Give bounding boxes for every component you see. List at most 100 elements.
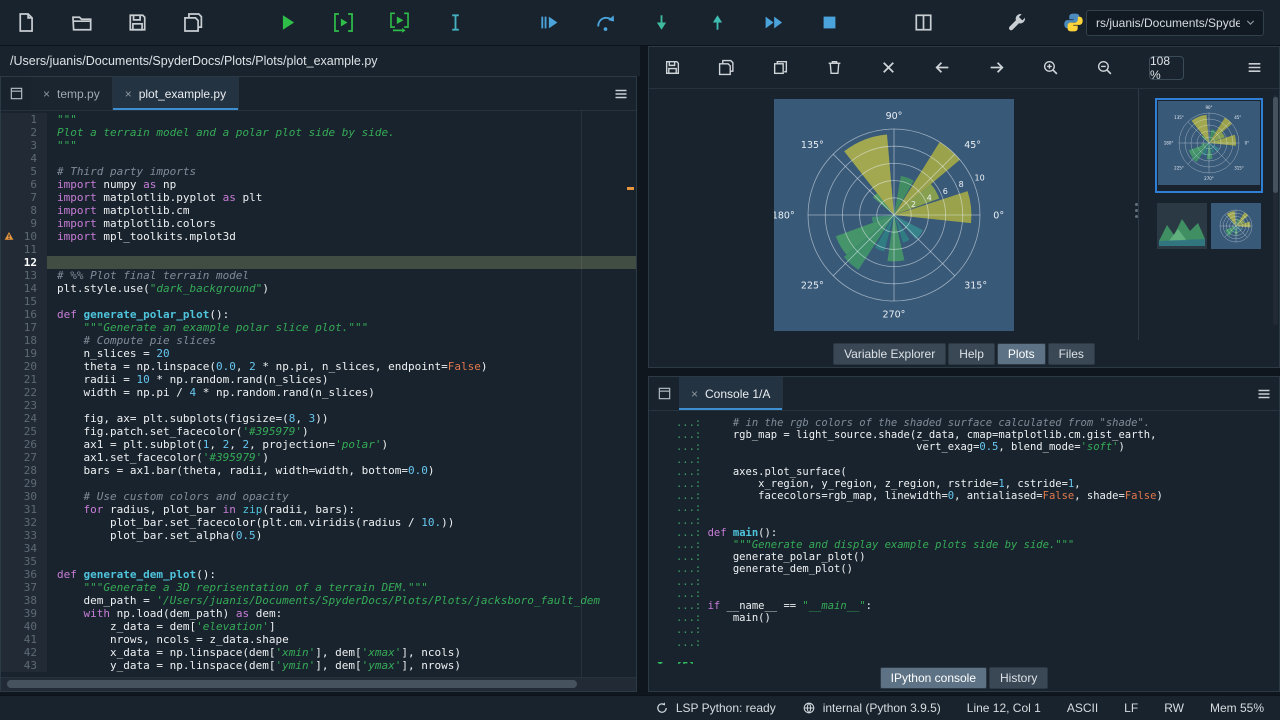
tab-temp-py[interactable]: × temp.py xyxy=(31,77,113,110)
close-icon[interactable]: × xyxy=(43,88,50,100)
step-out-button[interactable] xyxy=(704,10,730,36)
pane-tab-files[interactable]: Files xyxy=(1048,343,1095,365)
console-options-menu-button[interactable] xyxy=(1249,377,1279,410)
new-file-button[interactable] xyxy=(12,10,38,36)
console-line: ...: xyxy=(657,576,1279,588)
plots-options-menu-button[interactable] xyxy=(1240,58,1269,77)
right-pane-tabs: Variable ExplorerHelpPlotsFiles xyxy=(649,340,1279,367)
save-file-button[interactable] xyxy=(124,10,150,36)
save-plot-button[interactable] xyxy=(659,55,685,81)
stop-debugging-button[interactable] xyxy=(816,10,842,36)
svg-text:135°: 135° xyxy=(1174,115,1184,120)
svg-text:180°: 180° xyxy=(774,210,795,221)
scrollbar-thumb[interactable] xyxy=(1273,97,1278,193)
debug-icon xyxy=(539,12,560,33)
pane-tab-variable-explorer[interactable]: Variable Explorer xyxy=(833,343,946,365)
code-line: 2Plot a terrain model and a polar plot s… xyxy=(1,126,636,139)
run-file-button[interactable] xyxy=(274,10,300,36)
open-file-button[interactable] xyxy=(68,10,94,36)
code-line: 3""" xyxy=(1,139,636,152)
status-cursor-position: Line 12, Col 1 xyxy=(967,701,1041,715)
remove-all-plots-button[interactable] xyxy=(875,55,901,81)
pane-icon[interactable] xyxy=(1,77,31,110)
save-all-plots-button[interactable] xyxy=(713,55,739,81)
zoom-out-button[interactable] xyxy=(1091,55,1117,81)
tab-console-1a[interactable]: × Console 1/A xyxy=(679,377,783,410)
run-selection-button[interactable] xyxy=(442,10,468,36)
tab-plot-example-py[interactable]: × plot_example.py xyxy=(113,77,239,110)
editor-tabbar: × temp.py × plot_example.py xyxy=(1,77,636,111)
spyder-window: rs/juanis/Documents/SpyderDocs /Users/ju… xyxy=(0,0,1280,720)
console-output[interactable]: ...: # in the rgb colors of the shaded s… xyxy=(649,411,1279,664)
status-label: ASCII xyxy=(1067,701,1098,715)
save-all-icon xyxy=(718,59,735,76)
python-env-button[interactable] xyxy=(1060,10,1086,36)
console-line: ...: xyxy=(657,624,1279,636)
close-icon[interactable]: × xyxy=(691,388,698,400)
tab-label: temp.py xyxy=(57,87,100,101)
status-encoding: ASCII xyxy=(1067,701,1098,715)
copy-icon xyxy=(772,59,789,76)
next-plot-button[interactable] xyxy=(983,55,1009,81)
step-over-button[interactable] xyxy=(592,10,618,36)
step-into-button[interactable] xyxy=(648,10,674,36)
svg-text:225°: 225° xyxy=(1174,166,1184,171)
pane-tab-help[interactable]: Help xyxy=(948,343,995,365)
save-all-button[interactable] xyxy=(180,10,206,36)
code-line: 17 """Generate an example polar slice pl… xyxy=(1,321,636,334)
continue-execution-button[interactable] xyxy=(760,10,786,36)
thumbnail-selected[interactable]: 0°45°90°135°180°225°270°315° xyxy=(1155,98,1263,193)
svg-text:315°: 315° xyxy=(1234,166,1244,171)
splitter-handle[interactable] xyxy=(1135,203,1138,218)
pane-tab-plots[interactable]: Plots xyxy=(997,343,1046,365)
thumbnail-polar-small[interactable] xyxy=(1211,203,1261,254)
menu-icon xyxy=(1256,386,1272,402)
console-line: ...: xyxy=(657,454,1279,466)
zoom-in-button[interactable] xyxy=(1037,55,1063,81)
run-cell-advance-button[interactable] xyxy=(386,10,412,36)
working-directory-combobox[interactable]: rs/juanis/Documents/SpyderDocs xyxy=(1086,10,1264,36)
console-pane-tabs: IPython consoleHistory xyxy=(649,664,1279,691)
stop-icon xyxy=(819,12,840,33)
console-tab-ipython-console[interactable]: IPython console xyxy=(880,667,987,689)
polar-plot-thumbnail: 0°45°90°135°180°225°270°315° xyxy=(1158,101,1260,185)
svg-text:90°: 90° xyxy=(1205,105,1212,110)
code-line: 20 theta = np.linspace(0.0, 2 * np.pi, n… xyxy=(1,360,636,373)
globe-icon xyxy=(802,701,816,715)
preferences-button[interactable] xyxy=(1004,10,1030,36)
thumbnail-terrain[interactable] xyxy=(1157,203,1207,254)
console-tab-history[interactable]: History xyxy=(989,667,1048,689)
copy-plot-button[interactable] xyxy=(767,55,793,81)
arrow-left-icon xyxy=(934,59,951,76)
code-line: 27 ax1.set_facecolor('#395979') xyxy=(1,451,636,464)
svg-text:0°: 0° xyxy=(993,210,1004,221)
previous-plot-button[interactable] xyxy=(929,55,955,81)
close-icon[interactable]: × xyxy=(125,88,132,100)
thumbnails-scrollbar[interactable] xyxy=(1273,95,1278,325)
code-line: 38 dem_path = '/Users/juanis/Documents/S… xyxy=(1,594,636,607)
maximize-pane-button[interactable] xyxy=(910,10,936,36)
run-cell-button[interactable] xyxy=(330,10,356,36)
plots-toolbar: 108 % xyxy=(649,47,1279,88)
horizontal-scrollbar[interactable] xyxy=(1,677,636,691)
chevron-down-icon[interactable] xyxy=(1244,16,1257,29)
code-area[interactable]: 1"""2Plot a terrain model and a polar pl… xyxy=(1,111,636,677)
svg-text:270°: 270° xyxy=(1204,176,1214,181)
code-line: 16def generate_polar_plot(): xyxy=(1,308,636,321)
code-line: 22 width = np.pi / 4 * np.random.rand(n_… xyxy=(1,386,636,399)
remove-variables-button[interactable] xyxy=(1221,381,1247,407)
debug-file-button[interactable] xyxy=(536,10,562,36)
console-pane: × Console 1/A ...: # in the rgb colors o… xyxy=(648,376,1280,692)
pane-icon[interactable] xyxy=(649,377,679,410)
status-eol: LF xyxy=(1124,701,1138,715)
editor-options-menu-button[interactable] xyxy=(606,77,636,110)
code-line: 18 # Compute pie slices xyxy=(1,334,636,347)
code-line: 4 xyxy=(1,152,636,165)
console-line: ...: xyxy=(657,588,1279,600)
scrollbar-thumb[interactable] xyxy=(7,680,577,688)
remove-plot-button[interactable] xyxy=(821,55,847,81)
interrupt-kernel-button[interactable] xyxy=(1181,381,1207,407)
svg-text:45°: 45° xyxy=(1234,115,1241,120)
console-line: ...: generate_polar_plot() xyxy=(657,551,1279,563)
run-icon xyxy=(277,12,298,33)
